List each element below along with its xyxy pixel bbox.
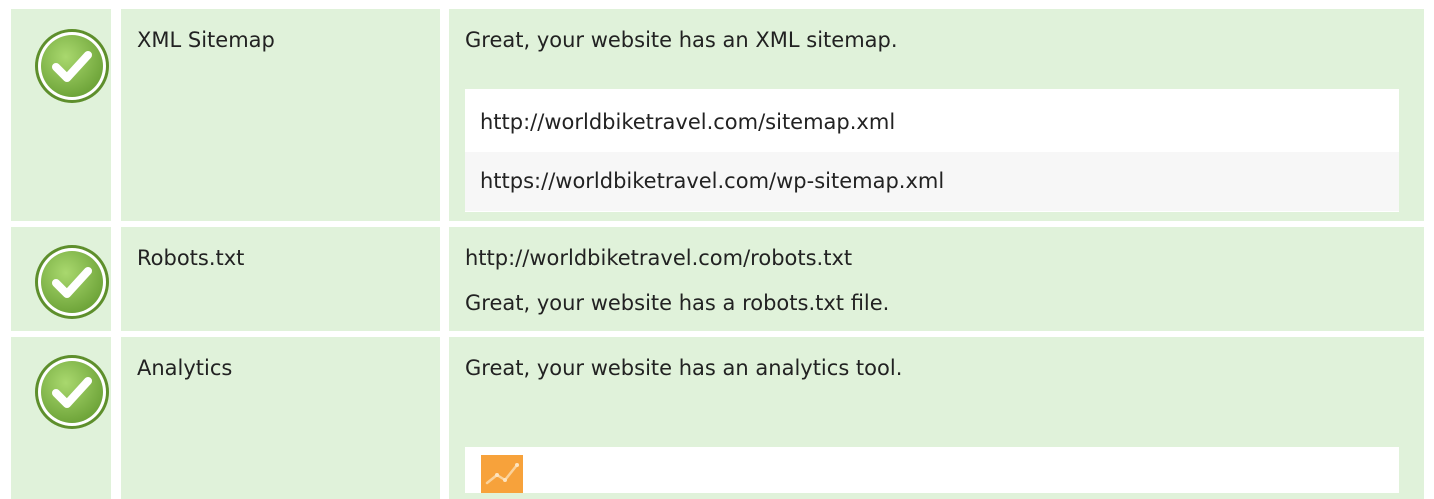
status-cell — [11, 227, 111, 331]
check-circle-icon — [35, 29, 109, 103]
check-circle-icon — [35, 355, 109, 429]
check-message: Great, your website has an XML sitemap. — [465, 28, 898, 52]
check-message: Great, your website has a robots.txt fil… — [465, 291, 890, 315]
label-cell: XML Sitemap — [121, 9, 440, 221]
check-circle-icon — [35, 245, 109, 319]
status-cell — [11, 337, 111, 499]
google-analytics-icon — [481, 455, 523, 493]
sitemap-url-list: http://worldbiketravel.com/sitemap.xml h… — [465, 89, 1399, 212]
check-label: Robots.txt — [137, 246, 245, 270]
detail-cell: Great, your website has an analytics too… — [449, 337, 1424, 499]
detail-cell: http://worldbiketravel.com/robots.txt Gr… — [449, 227, 1424, 331]
label-cell: Robots.txt — [121, 227, 440, 331]
check-label: XML Sitemap — [137, 28, 275, 52]
analytics-tool-list — [465, 447, 1399, 493]
detail-cell: Great, your website has an XML sitemap. … — [449, 9, 1424, 221]
label-cell: Analytics — [121, 337, 440, 499]
seo-checks-table: XML Sitemap Great, your website has an X… — [0, 0, 1434, 499]
robots-url[interactable]: http://worldbiketravel.com/robots.txt — [465, 246, 852, 270]
check-message: Great, your website has an analytics too… — [465, 356, 903, 380]
sitemap-url[interactable]: https://worldbiketravel.com/wp-sitemap.x… — [465, 152, 1399, 211]
check-label: Analytics — [137, 356, 233, 380]
sitemap-url[interactable]: http://worldbiketravel.com/sitemap.xml — [465, 93, 1399, 152]
status-cell — [11, 9, 111, 221]
